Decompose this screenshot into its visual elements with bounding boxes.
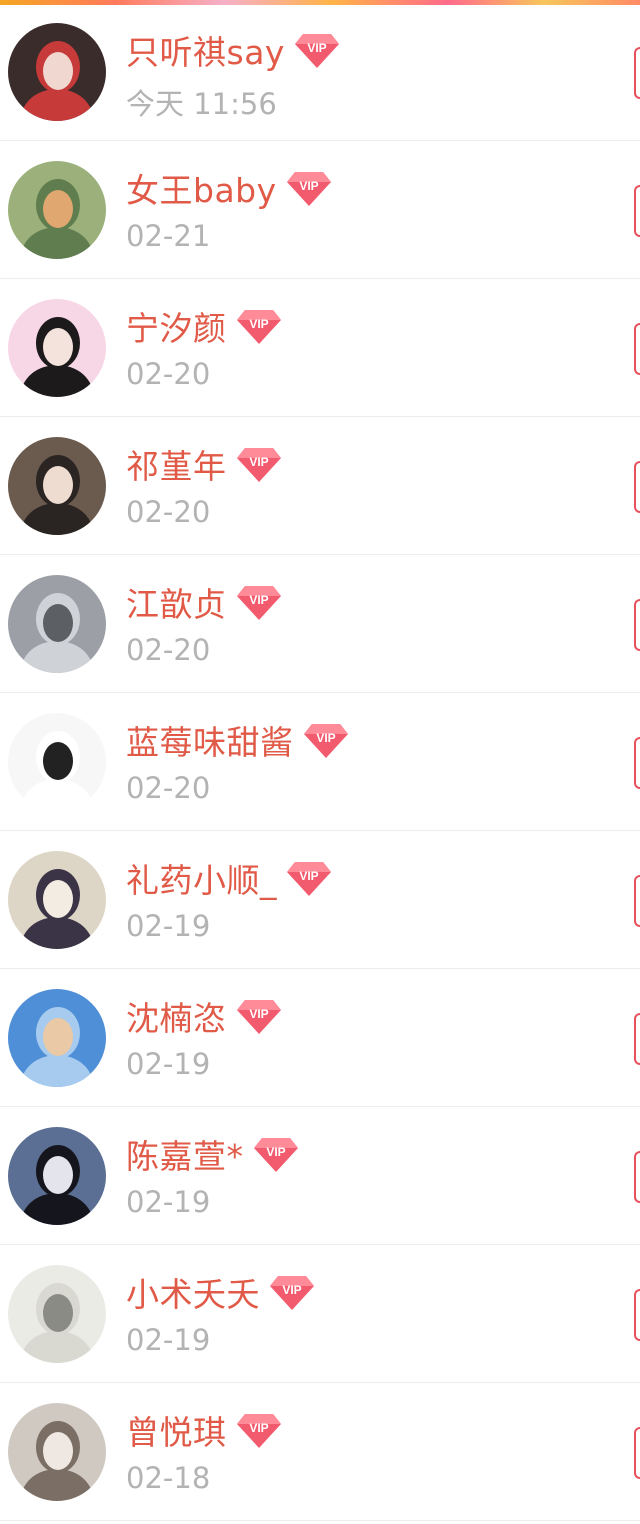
name-line: 祁堇年 VIP — [126, 439, 283, 489]
avatar[interactable] — [8, 713, 106, 811]
row-action-button[interactable] — [634, 47, 640, 99]
avatar[interactable] — [8, 299, 106, 397]
name-line: 蓝莓味甜酱 VIP — [126, 715, 350, 765]
contact-name: 宁汐颜 — [126, 309, 227, 348]
svg-text:VIP: VIP — [266, 1145, 285, 1159]
vip-diamond-icon: VIP — [293, 30, 341, 70]
contact-time: 02-20 — [126, 357, 211, 391]
svg-text:VIP: VIP — [307, 41, 326, 55]
vip-diamond-icon: VIP — [285, 858, 333, 898]
name-line: 陈嘉萱* VIP — [126, 1129, 300, 1179]
contact-name: 曾悦琪 — [126, 1413, 227, 1452]
contact-list: 只听祺say VIP 今天 11:56 女王baby VIP 02-21 宁汐颜 VIP 02-… — [0, 3, 640, 1521]
name-line: 小术夭夭 VIP — [126, 1267, 316, 1317]
contact-name: 祁堇年 — [126, 447, 227, 486]
contact-time: 今天 11:56 — [126, 87, 277, 121]
vip-diamond-icon: VIP — [252, 1134, 300, 1174]
contact-name: 礼药小顺_ — [126, 861, 277, 900]
contact-row[interactable]: 宁汐颜 VIP 02-20 — [0, 279, 640, 417]
contact-time: 02-21 — [126, 219, 211, 253]
contact-name: 蓝莓味甜酱 — [126, 723, 294, 762]
contact-row[interactable]: 蓝莓味甜酱 VIP 02-20 — [0, 693, 640, 831]
avatar[interactable] — [8, 23, 106, 121]
contact-time: 02-20 — [126, 771, 211, 805]
vip-diamond-icon: VIP — [235, 582, 283, 622]
contact-row[interactable]: 小术夭夭 VIP 02-19 — [0, 1245, 640, 1383]
svg-text:VIP: VIP — [299, 179, 318, 193]
contact-time: 02-19 — [126, 1323, 211, 1357]
contact-row[interactable]: 江歆贞 VIP 02-20 — [0, 555, 640, 693]
vip-diamond-icon: VIP — [235, 306, 283, 346]
svg-text:VIP: VIP — [249, 593, 268, 607]
contact-row[interactable]: 陈嘉萱* VIP 02-19 — [0, 1107, 640, 1245]
row-action-button[interactable] — [634, 875, 640, 927]
contact-row[interactable]: 只听祺say VIP 今天 11:56 — [0, 3, 640, 141]
vip-diamond-icon: VIP — [235, 996, 283, 1036]
contact-name: 小术夭夭 — [126, 1275, 260, 1314]
contact-time: 02-20 — [126, 495, 211, 529]
name-line: 只听祺say VIP — [126, 25, 341, 75]
avatar[interactable] — [8, 161, 106, 259]
svg-text:VIP: VIP — [249, 1007, 268, 1021]
svg-text:VIP: VIP — [249, 455, 268, 469]
contact-time: 02-18 — [126, 1461, 211, 1495]
avatar[interactable] — [8, 575, 106, 673]
avatar[interactable] — [8, 1403, 106, 1501]
vip-diamond-icon: VIP — [285, 168, 333, 208]
row-action-button[interactable] — [634, 1151, 640, 1203]
contact-name: 只听祺say — [126, 33, 285, 72]
contact-name: 沈楠恣 — [126, 999, 227, 1038]
contact-name: 江歆贞 — [126, 585, 227, 624]
contact-row[interactable]: 沈楠恣 VIP 02-19 — [0, 969, 640, 1107]
contact-time: 02-20 — [126, 633, 211, 667]
vip-diamond-icon: VIP — [235, 444, 283, 484]
contact-name: 女王baby — [126, 171, 277, 210]
contact-row[interactable]: 女王baby VIP 02-21 — [0, 141, 640, 279]
contact-row[interactable]: 曾悦琪 VIP 02-18 — [0, 1383, 640, 1521]
vip-diamond-icon: VIP — [302, 720, 350, 760]
name-line: 沈楠恣 VIP — [126, 991, 283, 1041]
contact-name: 陈嘉萱* — [126, 1137, 244, 1176]
contact-time: 02-19 — [126, 909, 211, 943]
name-line: 宁汐颜 VIP — [126, 301, 283, 351]
row-action-button[interactable] — [634, 1289, 640, 1341]
contact-time: 02-19 — [126, 1047, 211, 1081]
name-line: 礼药小顺_ VIP — [126, 853, 333, 903]
svg-text:VIP: VIP — [249, 317, 268, 331]
row-action-button[interactable] — [634, 323, 640, 375]
svg-text:VIP: VIP — [299, 869, 318, 883]
row-action-button[interactable] — [634, 185, 640, 237]
name-line: 江歆贞 VIP — [126, 577, 283, 627]
contact-row[interactable]: 祁堇年 VIP 02-20 — [0, 417, 640, 555]
row-action-button[interactable] — [634, 1427, 640, 1479]
vip-diamond-icon: VIP — [268, 1272, 316, 1312]
avatar[interactable] — [8, 851, 106, 949]
contact-row[interactable]: 礼药小顺_ VIP 02-19 — [0, 831, 640, 969]
row-action-button[interactable] — [634, 1013, 640, 1065]
avatar[interactable] — [8, 1127, 106, 1225]
svg-text:VIP: VIP — [316, 731, 335, 745]
name-line: 女王baby VIP — [126, 163, 333, 213]
name-line: 曾悦琪 VIP — [126, 1405, 283, 1455]
svg-text:VIP: VIP — [282, 1283, 301, 1297]
avatar[interactable] — [8, 989, 106, 1087]
row-action-button[interactable] — [634, 599, 640, 651]
contact-time: 02-19 — [126, 1185, 211, 1219]
row-action-button[interactable] — [634, 737, 640, 789]
vip-diamond-icon: VIP — [235, 1410, 283, 1450]
avatar[interactable] — [8, 437, 106, 535]
svg-text:VIP: VIP — [249, 1421, 268, 1435]
avatar[interactable] — [8, 1265, 106, 1363]
row-action-button[interactable] — [634, 461, 640, 513]
